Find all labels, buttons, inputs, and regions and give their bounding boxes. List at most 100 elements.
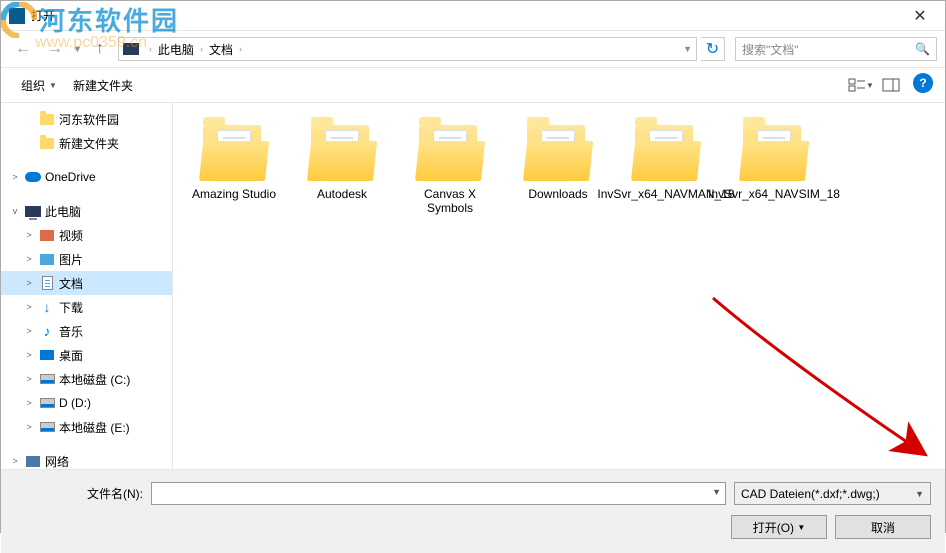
tree-item-disk[interactable]: >本地磁盘 (C:)	[1, 367, 172, 391]
breadcrumb-current[interactable]: 文档	[209, 41, 233, 58]
forward-button[interactable]: →	[41, 37, 69, 61]
expand-icon[interactable]: >	[23, 422, 35, 432]
tree-item-net[interactable]: > 网络	[1, 449, 172, 469]
window-title: 打开	[31, 7, 897, 24]
tree-item-music[interactable]: > ♪音乐	[1, 319, 172, 343]
expand-icon[interactable]: v	[9, 206, 21, 216]
search-placeholder: 搜索"文档"	[742, 41, 799, 58]
preview-icon	[882, 78, 900, 92]
cancel-button[interactable]: 取消	[835, 515, 931, 539]
folder-name: InvSvr_x64_NAVSIM_18	[708, 187, 840, 201]
disk-icon	[39, 371, 55, 387]
refresh-button[interactable]: ↻	[701, 37, 725, 61]
tree-item-folder[interactable]: 新建文件夹	[1, 131, 172, 155]
video-icon	[39, 227, 55, 243]
folder-tile[interactable]: InvSvr_x64_NAVMAN_18	[617, 121, 715, 219]
tree-item-disk[interactable]: > D (D:)	[1, 391, 172, 415]
expand-icon[interactable]: >	[23, 398, 35, 408]
folder-tile[interactable]: Amazing Studio	[185, 121, 283, 219]
chevron-down-icon: ▼	[866, 81, 874, 90]
open-button[interactable]: 打开(O) ▼	[731, 515, 827, 539]
file-type-filter[interactable]: CAD Dateien(*.dxf;*.dwg;) ▼	[734, 482, 931, 505]
tree-item-label: 桌面	[59, 347, 83, 364]
tree-item-disk[interactable]: > 本地磁盘 (E:)	[1, 415, 172, 439]
tree-item-desk[interactable]: > 桌面	[1, 343, 172, 367]
expand-icon[interactable]: >	[23, 350, 35, 360]
filename-input[interactable]: ▼	[151, 482, 726, 505]
folder-name: Amazing Studio	[192, 187, 276, 201]
disk-icon	[39, 395, 55, 411]
dialog-footer: 文件名(N): ▼ CAD Dateien(*.dxf;*.dwg;) ▼ 打开…	[1, 469, 945, 553]
view-icon	[848, 78, 866, 92]
tree-item-label: 文档	[59, 275, 83, 292]
expand-icon[interactable]: >	[23, 302, 35, 312]
tree-item-folder[interactable]: 河东软件园	[1, 107, 172, 131]
search-icon: 🔍	[915, 42, 930, 56]
history-dropdown[interactable]: ▼	[73, 44, 82, 54]
chevron-down-icon: ▼	[49, 81, 57, 90]
sidebar: 河东软件园新建文件夹>OneDrivev此电脑>视频>图片>文档>↓下载>♪音乐…	[1, 103, 173, 469]
folder-icon	[415, 125, 485, 181]
folder-tile[interactable]: Canvas X Symbols	[401, 121, 499, 219]
pc-icon	[123, 43, 139, 55]
tree-item-label: 新建文件夹	[59, 135, 119, 152]
app-icon	[9, 8, 25, 24]
address-bar[interactable]: › 此电脑 › 文档 › ▼	[118, 37, 697, 61]
tree-item-label: 视频	[59, 227, 83, 244]
pc-icon	[25, 203, 41, 219]
expand-icon[interactable]: >	[23, 254, 35, 264]
folder-content[interactable]: Amazing Studio Autodesk Canvas X Symbols Do…	[173, 103, 945, 469]
tree-item-video[interactable]: > 视频	[1, 223, 172, 247]
tree-item-doc[interactable]: > 文档	[1, 271, 172, 295]
up-button[interactable]: ↑	[86, 37, 114, 61]
preview-pane-button[interactable]	[877, 73, 905, 97]
back-button[interactable]: ←	[9, 37, 37, 61]
music-icon: ♪	[39, 323, 55, 339]
tree-item-label: 音乐	[59, 323, 83, 340]
expand-icon[interactable]: >	[23, 374, 35, 384]
search-input[interactable]: 搜索"文档" 🔍	[735, 37, 937, 61]
folder-name: Canvas X Symbols	[405, 187, 495, 215]
chevron-icon: ›	[145, 44, 156, 54]
chevron-down-icon: ▼	[712, 483, 721, 497]
folder-name: Downloads	[528, 187, 587, 201]
tree-item-onedrive[interactable]: > OneDrive	[1, 165, 172, 189]
desk-icon	[39, 347, 55, 363]
onedrive-icon	[25, 169, 41, 185]
organize-button[interactable]: 组织 ▼	[13, 73, 65, 98]
tree-item-pic[interactable]: >图片	[1, 247, 172, 271]
close-button[interactable]: ✕	[897, 1, 943, 31]
tree-item-pc[interactable]: v此电脑	[1, 199, 172, 223]
doc-icon	[39, 275, 55, 291]
folder-icon	[199, 125, 269, 181]
folder-tile[interactable]: Autodesk	[293, 121, 391, 219]
chevron-icon: ›	[235, 44, 246, 54]
folder-tile[interactable]: InvSvr_x64_NAVSIM_18	[725, 121, 823, 219]
address-dropdown[interactable]: ▼	[683, 44, 692, 54]
folder-name: Autodesk	[317, 187, 367, 201]
breadcrumb-root[interactable]: 此电脑	[158, 41, 194, 58]
help-button[interactable]: ?	[913, 73, 933, 93]
new-folder-button[interactable]: 新建文件夹	[65, 73, 141, 98]
tree-item-label: D (D:)	[59, 396, 91, 410]
folder-icon	[631, 125, 701, 181]
folder-icon	[523, 125, 593, 181]
expand-icon[interactable]: >	[23, 230, 35, 240]
expand-icon[interactable]: >	[9, 456, 21, 466]
expand-icon[interactable]: >	[23, 326, 35, 336]
chevron-down-icon: ▼	[915, 489, 924, 499]
toolbar: 组织 ▼ 新建文件夹 ▼ ?	[1, 67, 945, 103]
view-mode-button[interactable]: ▼	[847, 73, 875, 97]
tree-item-dl[interactable]: >↓下载	[1, 295, 172, 319]
tree-item-label: 网络	[45, 453, 69, 470]
main-area: 河东软件园新建文件夹>OneDrivev此电脑>视频>图片>文档>↓下载>♪音乐…	[1, 103, 945, 469]
folder-icon	[39, 111, 55, 127]
pic-icon	[39, 251, 55, 267]
folder-tile[interactable]: Downloads	[509, 121, 607, 219]
tree-item-label: 本地磁盘 (E:)	[59, 419, 130, 436]
expand-icon[interactable]: >	[23, 278, 35, 288]
folder-icon	[307, 125, 377, 181]
navbar: ← → ▼ ↑ › 此电脑 › 文档 › ▼ ↻ 搜索"文档" 🔍	[1, 31, 945, 67]
expand-icon[interactable]: >	[9, 172, 21, 182]
tree-item-label: OneDrive	[45, 170, 96, 184]
